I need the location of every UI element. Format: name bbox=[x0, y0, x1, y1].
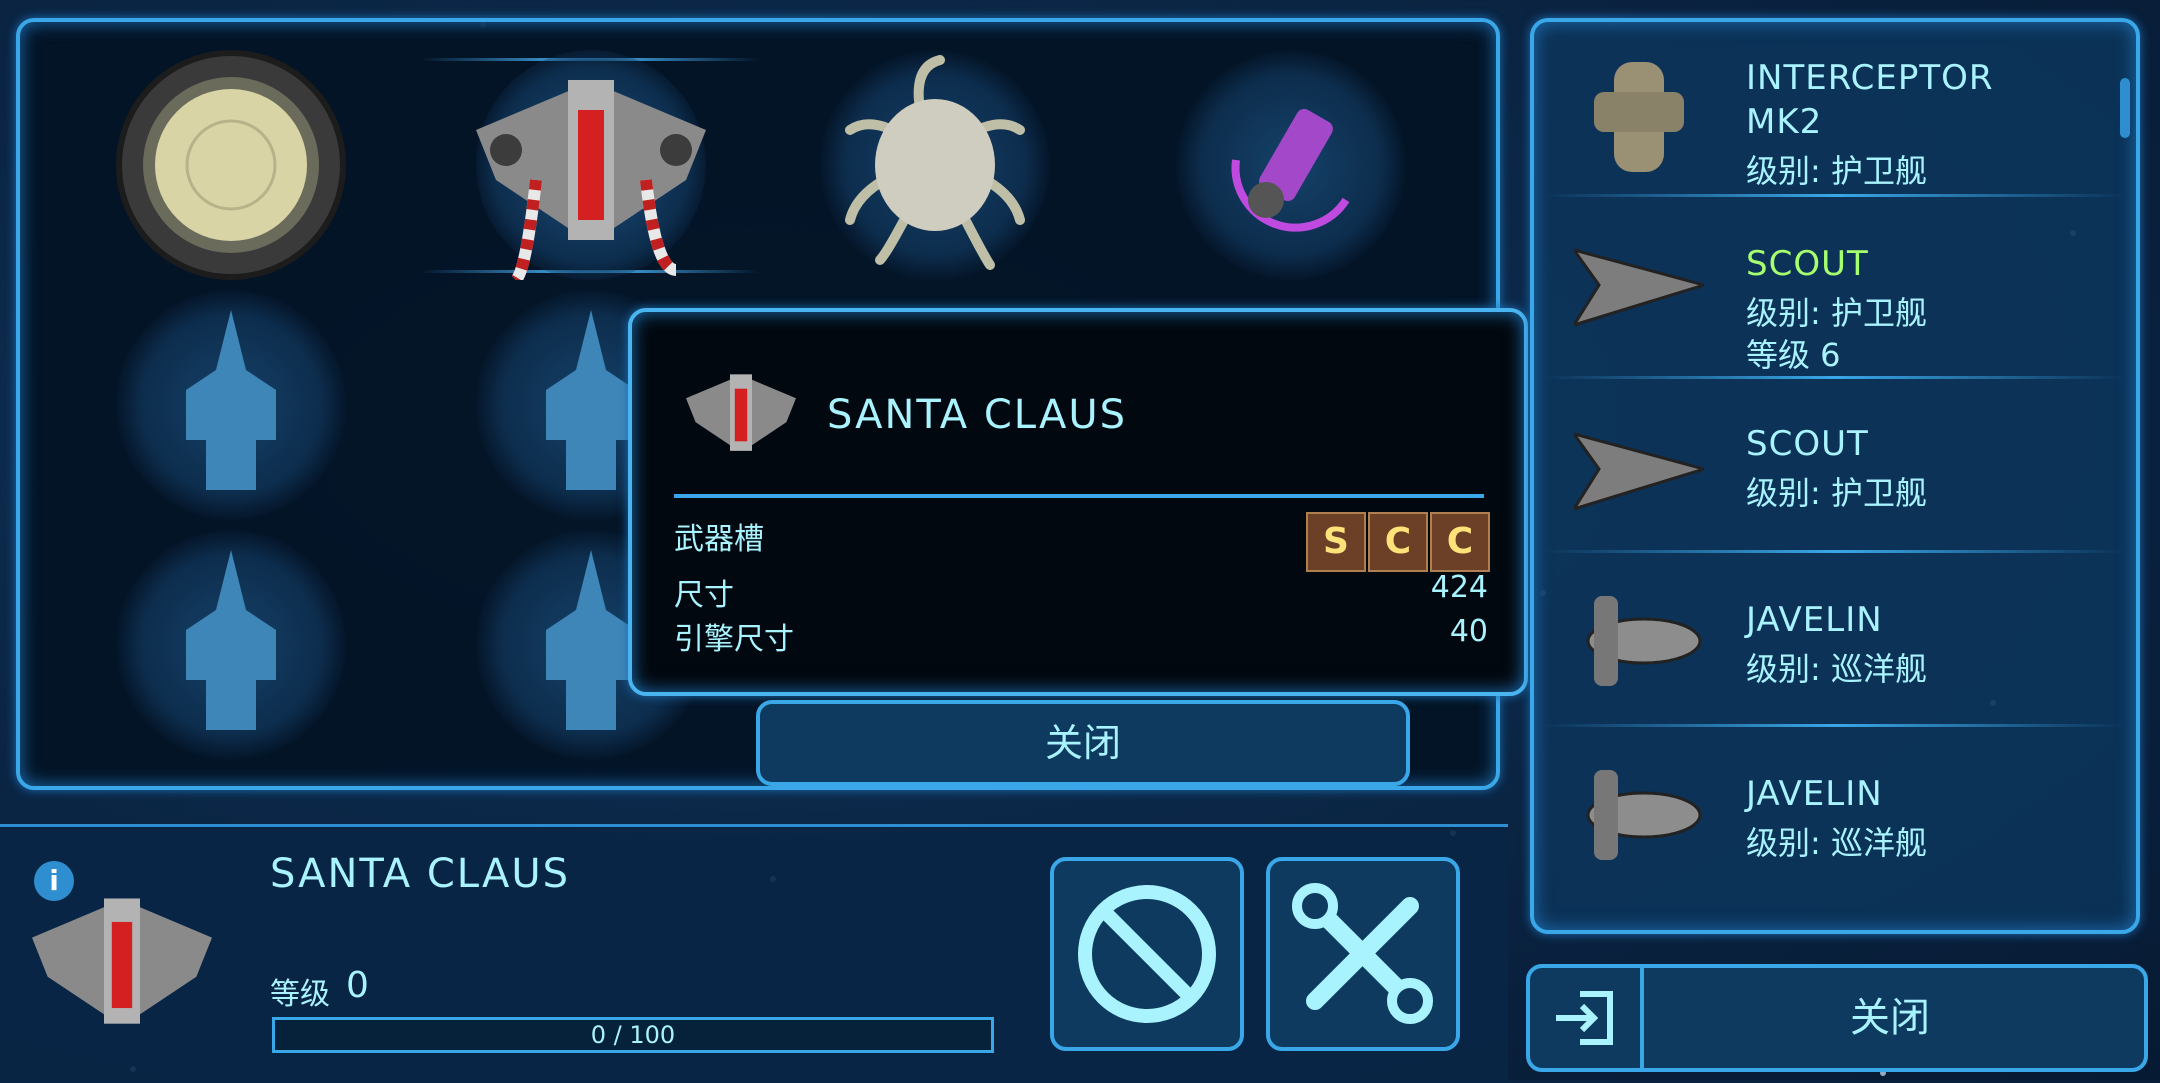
santa-claus-ship-icon bbox=[32, 898, 212, 1024]
ship-class: 级别: 护卫舰 bbox=[1746, 294, 1927, 332]
engine-size-value: 40 bbox=[1449, 614, 1488, 649]
selected-ship-bar: i SANTA CLAUS 等级 0 0 / 100 bbox=[0, 824, 1508, 1083]
tools-icon bbox=[1292, 883, 1433, 1024]
weapon-slot-3: C bbox=[1430, 512, 1490, 572]
exit-icon bbox=[1530, 968, 1644, 1068]
xp-progress-bar: 0 / 100 bbox=[272, 1017, 994, 1053]
weapon-slot-1: S bbox=[1306, 512, 1366, 572]
tentacle-creature-icon bbox=[845, 55, 1025, 270]
ship-class: 级别: 巡洋舰 bbox=[1746, 650, 1927, 688]
repair-button[interactable] bbox=[1266, 857, 1460, 1051]
engine-size-label: 引擎尺寸 bbox=[674, 622, 794, 657]
scout-ship-icon bbox=[1574, 432, 1704, 511]
popup-close-button[interactable]: 关闭 bbox=[756, 700, 1410, 786]
fleet-list: INTERCEPTOR MK2 级别: 护卫舰 SCOUT 级别: 护卫舰 等级… bbox=[1530, 18, 2140, 934]
ship-slot-tentacle-creature[interactable] bbox=[820, 50, 1050, 280]
ship-name-line2: MK2 bbox=[1746, 102, 1823, 142]
ship-slot-santa-claus[interactable] bbox=[476, 50, 706, 285]
interceptor-ship-icon bbox=[1594, 62, 1684, 172]
scrollbar[interactable] bbox=[2120, 78, 2130, 138]
ship-slot-empty[interactable] bbox=[116, 290, 346, 520]
scout-ship-icon bbox=[1574, 248, 1704, 327]
ring-station-icon bbox=[116, 50, 346, 280]
weapon-slots-label: 武器槽 bbox=[674, 522, 764, 557]
empty-ship-slot-icon bbox=[186, 310, 276, 490]
ship-slot-ring-station[interactable] bbox=[116, 50, 346, 280]
list-item[interactable]: JAVELIN 级别: 巡洋舰 bbox=[1544, 738, 2126, 898]
size-label: 尺寸 bbox=[674, 578, 734, 613]
javelin-ship-icon bbox=[1586, 596, 1702, 686]
ship-name: SCOUT bbox=[1746, 244, 1869, 284]
ship-name: JAVELIN bbox=[1746, 774, 1883, 814]
ship-level: 等级 6 bbox=[1746, 336, 1841, 374]
exit-label: 关闭 bbox=[1850, 995, 1930, 1041]
list-item[interactable]: INTERCEPTOR MK2 级别: 护卫舰 bbox=[1544, 28, 2126, 190]
selected-ship-name: SANTA CLAUS bbox=[270, 851, 570, 897]
ship-name: INTERCEPTOR bbox=[1746, 58, 1994, 98]
list-item[interactable]: JAVELIN 级别: 巡洋舰 bbox=[1544, 564, 2126, 724]
size-value: 424 bbox=[1430, 570, 1488, 605]
ship-info-popup: SANTA CLAUS 武器槽 S C C 尺寸 424 引擎尺寸 40 bbox=[628, 308, 1528, 696]
exit-button[interactable]: 关闭 bbox=[1526, 964, 2148, 1072]
popup-ship-name: SANTA CLAUS bbox=[827, 392, 1127, 438]
prohibited-icon bbox=[1078, 885, 1216, 1023]
xp-text: 0 / 100 bbox=[590, 1021, 676, 1049]
weapon-slot-2: C bbox=[1368, 512, 1428, 572]
ship-class: 级别: 护卫舰 bbox=[1746, 474, 1927, 512]
ship-class: 级别: 护卫舰 bbox=[1746, 152, 1927, 190]
ship-slot-purple-turret[interactable] bbox=[1176, 50, 1406, 280]
level-label: 等级 bbox=[270, 977, 330, 1012]
ship-class: 级别: 巡洋舰 bbox=[1746, 824, 1927, 862]
list-item[interactable]: SCOUT 级别: 护卫舰 bbox=[1544, 390, 2126, 550]
santa-claus-ship-icon bbox=[686, 374, 796, 451]
empty-ship-slot-icon bbox=[186, 550, 276, 730]
ship-name: SCOUT bbox=[1746, 424, 1869, 464]
santa-claus-ship-icon bbox=[476, 80, 706, 285]
purple-turret-icon bbox=[1231, 108, 1350, 232]
dismantle-button[interactable] bbox=[1050, 857, 1244, 1051]
list-item[interactable]: SCOUT 级别: 护卫舰 等级 6 bbox=[1544, 208, 2126, 374]
javelin-ship-icon bbox=[1586, 770, 1702, 860]
ship-slot-empty[interactable] bbox=[116, 530, 346, 760]
popup-divider bbox=[674, 494, 1484, 498]
level-value: 0 bbox=[346, 965, 369, 1006]
ship-name: JAVELIN bbox=[1746, 600, 1883, 640]
